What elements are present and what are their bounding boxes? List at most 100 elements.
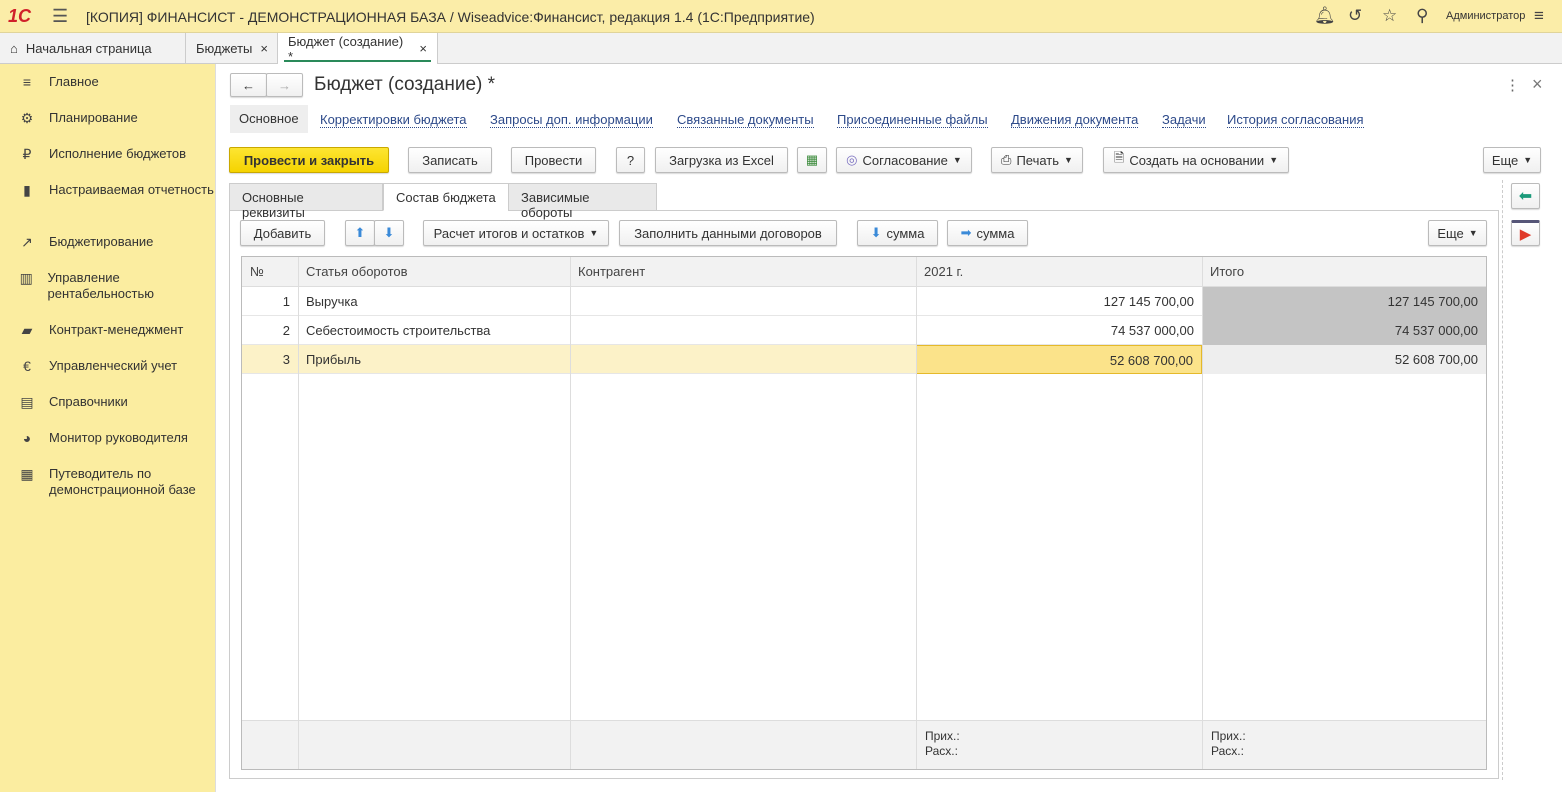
menu-icon: ≡	[22, 74, 32, 90]
sidebar-item-execution[interactable]: ₽ Исполнение бюджетов	[0, 146, 216, 163]
link-attached-files[interactable]: Присоединенные файлы	[837, 112, 988, 128]
tab-budget-create[interactable]: Бюджет (создание) * ×	[278, 33, 438, 64]
cell-2021[interactable]: 52 608 700,00	[916, 345, 1202, 374]
add-button[interactable]: Добавить	[240, 220, 325, 246]
calc-totals-button[interactable]: Расчет итогов и остатков ▼	[423, 220, 609, 246]
sidebar: ≡ Главное ⚙ Планирование ₽ Исполнение бюдже…	[0, 64, 216, 792]
cell-2021[interactable]: 127 145 700,00	[916, 287, 1202, 316]
save-button[interactable]: Записать	[408, 147, 492, 173]
cell-item[interactable]: Выручка	[298, 287, 570, 316]
table-row-selected[interactable]: 3 Прибыль 52 608 700,00 52 608 700,00	[242, 345, 1486, 374]
search-icon[interactable]: ⚲	[1416, 6, 1428, 26]
tab-budget-composition[interactable]: Состав бюджета	[383, 183, 509, 211]
budget-table: № Статья оборотов Контрагент 2021 г. Ито…	[241, 256, 1487, 770]
table-more-button[interactable]: Еще ▼	[1428, 220, 1487, 246]
column-divider	[298, 257, 299, 769]
fill-contracts-button[interactable]: Заполнить данными договоров	[619, 220, 837, 246]
sidebar-item-label: Управление рентабельностью	[47, 270, 155, 301]
sidebar-item-label: Настраиваемая отчетность	[49, 182, 214, 197]
column-header-item[interactable]: Статья оборотов	[298, 257, 570, 287]
footer-income-label: Прих.:	[1211, 729, 1246, 743]
forward-button[interactable]: →	[266, 73, 303, 97]
sidebar-item-references[interactable]: ▤ Справочники	[0, 394, 216, 411]
post-and-close-button[interactable]: Провести и закрыть	[229, 147, 389, 173]
post-button[interactable]: Провести	[511, 147, 596, 173]
back-button[interactable]: ←	[230, 73, 267, 97]
tab-budgets[interactable]: Бюджеты ×	[186, 33, 278, 64]
cell-2021[interactable]: 74 537 000,00	[916, 316, 1202, 345]
link-movements[interactable]: Движения документа	[1011, 112, 1139, 128]
table-row[interactable]: 1 Выручка 127 145 700,00 127 145 700,00	[242, 287, 1486, 316]
play-icon[interactable]: ▶	[1511, 220, 1540, 246]
print-button[interactable]: ⎙ Печать ▼	[991, 147, 1083, 173]
history-icon[interactable]: ↺	[1348, 6, 1362, 26]
move-up-button[interactable]: ⬆	[345, 220, 375, 246]
briefcase-icon: ▰	[21, 322, 33, 338]
sidebar-item-accounting[interactable]: € Управленческий учет	[0, 358, 216, 374]
button-label: Расчет итогов и остатков	[433, 225, 585, 241]
more-button[interactable]: Еще ▼	[1483, 147, 1541, 173]
sidebar-item-reports[interactable]: ▮ Настраиваемая отчетность	[0, 182, 216, 199]
approval-button[interactable]: ◎ Согласование ▼	[836, 147, 972, 173]
move-down-button[interactable]: ⬇	[374, 220, 404, 246]
sum-right-button[interactable]: ➡ сумма	[947, 220, 1028, 246]
cell-number: 3	[282, 352, 290, 367]
star-icon[interactable]: ☆	[1382, 6, 1397, 26]
tab-dependent-turnovers[interactable]: Зависимые обороты	[508, 183, 657, 220]
tab-main-details[interactable]: Основные реквизиты	[229, 183, 383, 220]
cell-item[interactable]: Прибыль	[298, 345, 570, 374]
close-icon[interactable]: ×	[1532, 74, 1543, 95]
sidebar-item-label: Планирование	[49, 110, 138, 125]
printer-icon: ⎙	[1001, 152, 1012, 167]
column-header-number[interactable]: №	[242, 257, 298, 287]
sidebar-item-guide[interactable]: ▦ Путеводитель по демонстрационной базе	[0, 466, 216, 498]
link-main[interactable]: Основное	[230, 105, 308, 133]
bell-icon[interactable]: 🔔︎	[1314, 6, 1336, 26]
footer-cell	[242, 720, 298, 769]
link-tasks[interactable]: Задачи	[1162, 112, 1206, 128]
more-actions-icon[interactable]: ⋮	[1505, 76, 1520, 94]
cell-counterparty[interactable]	[570, 287, 916, 316]
user-name[interactable]: Администратор	[1446, 10, 1525, 22]
create-based-on-button[interactable]: 🗎︎ Создать на основании ▼	[1103, 147, 1289, 173]
tab-home[interactable]: ⌂ Начальная страница	[0, 33, 186, 64]
sidebar-item-label: Путеводитель по демонстрационной базе	[49, 466, 196, 497]
arrow-down-icon: ⬇	[870, 225, 882, 240]
footer-2021: Прих.: Расх.:	[916, 720, 1202, 769]
column-header-counterparty[interactable]: Контрагент	[570, 257, 916, 287]
main-menu-icon[interactable]: ☰	[52, 6, 68, 27]
footer-expense-label: Расх.:	[925, 744, 958, 758]
sidebar-item-planning[interactable]: ⚙ Планирование	[0, 110, 216, 127]
link-info-requests[interactable]: Запросы доп. информации	[490, 112, 653, 128]
close-icon[interactable]: ×	[419, 41, 427, 56]
column-header-2021[interactable]: 2021 г.	[916, 257, 1202, 287]
help-button[interactable]: ?	[616, 147, 645, 173]
sidebar-item-profitability[interactable]: ▥ Управление рентабельностью	[0, 270, 216, 302]
edit-table-icon[interactable]: ▦	[797, 147, 827, 173]
sidebar-item-monitor[interactable]: ◕ Монитор руководителя	[0, 430, 216, 446]
books-icon: ▤	[20, 394, 34, 410]
cell-counterparty[interactable]	[570, 345, 916, 374]
table-row[interactable]: 2 Себестоимость строительства 74 537 000…	[242, 316, 1486, 345]
column-header-total[interactable]: Итого	[1202, 257, 1486, 287]
settings-menu-icon[interactable]: ≡	[1534, 6, 1544, 26]
link-corrections[interactable]: Корректировки бюджета	[320, 112, 467, 128]
tab-label: Начальная страница	[25, 41, 152, 56]
sidebar-item-label: Справочники	[49, 394, 128, 409]
sum-down-button[interactable]: ⬇ сумма	[857, 220, 938, 246]
cell-total: 74 537 000,00	[1202, 316, 1486, 345]
sidebar-item-contracts[interactable]: ▰ Контракт-менеджмент	[0, 322, 216, 339]
link-related-docs[interactable]: Связанные документы	[677, 112, 814, 128]
close-icon[interactable]: ×	[260, 41, 268, 56]
back-arrow-icon[interactable]: ⬅	[1511, 183, 1540, 209]
sidebar-item-main[interactable]: ≡ Главное	[0, 74, 216, 90]
button-label: Согласование	[862, 152, 948, 168]
cell-counterparty[interactable]	[570, 316, 916, 345]
dropdown-icon: ▼	[1269, 155, 1279, 165]
cell-number: 2	[282, 323, 290, 338]
link-approval-history[interactable]: История согласования	[1227, 112, 1364, 128]
excel-import-button[interactable]: Загрузка из Excel	[655, 147, 788, 173]
cell-item[interactable]: Себестоимость строительства	[298, 316, 570, 345]
sidebar-item-budgeting[interactable]: ↗ Бюджетирование	[0, 234, 216, 251]
panel-divider	[1502, 180, 1503, 780]
